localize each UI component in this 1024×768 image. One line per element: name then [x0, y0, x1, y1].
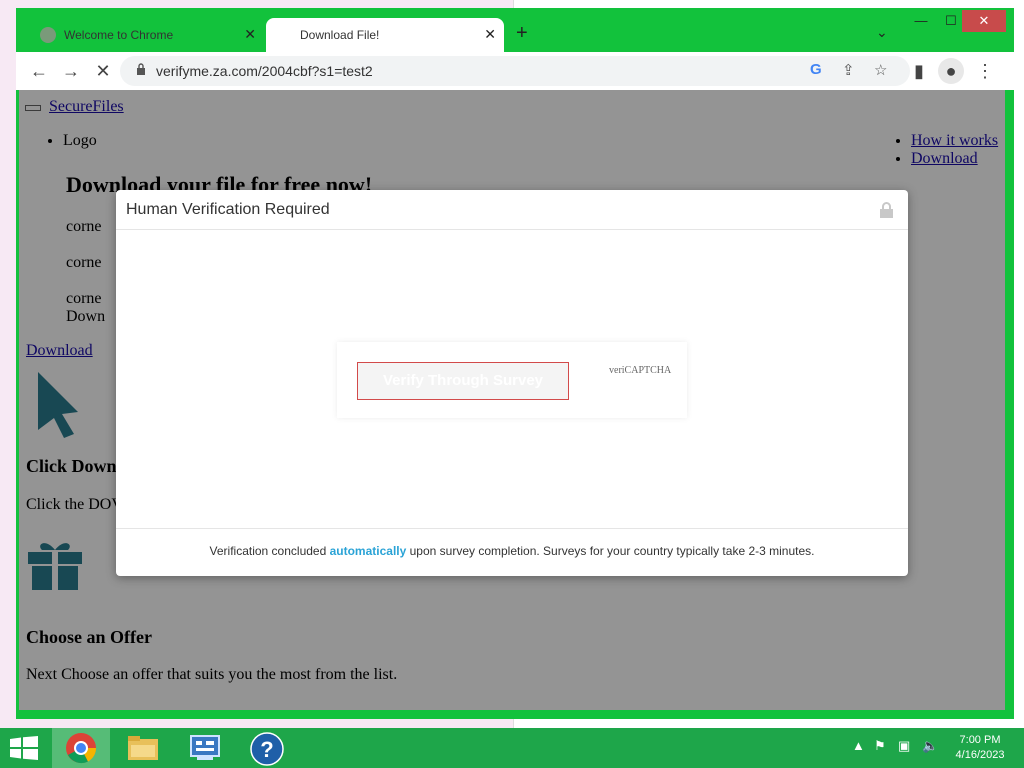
footer-highlight: automatically — [329, 544, 407, 558]
menu-kebab-icon[interactable]: ⋮ — [972, 58, 998, 84]
footer-text-start: Verification concluded — [209, 544, 330, 558]
verification-modal: Human Verification Required Verify Throu… — [116, 190, 908, 576]
lock-icon — [137, 63, 145, 75]
network-icon[interactable]: ▣ — [898, 738, 910, 754]
maximize-button[interactable]: ☐ — [940, 10, 962, 32]
web-page: SecureFiles Logo How it works Download D… — [19, 90, 1005, 710]
minimize-button[interactable]: — — [910, 10, 932, 32]
tab-search-chevron-icon[interactable]: ⌄ — [876, 24, 888, 41]
tray-expand-chevron-icon[interactable]: ▲ — [852, 738, 865, 753]
share-icon[interactable]: ⇪ — [842, 61, 855, 79]
modal-title: Human Verification Required — [126, 201, 330, 218]
system-clock[interactable]: 7:00 PM 4/16/2023 — [950, 733, 1010, 763]
svg-text:?: ? — [260, 737, 273, 762]
action-center-flag-icon[interactable]: ⚑ — [874, 738, 886, 754]
tab-welcome[interactable]: Welcome to Chrome ✕ — [22, 18, 264, 52]
globe-icon — [40, 27, 56, 43]
tab-strip: Welcome to Chrome ✕ Download File! ✕ + ⌄… — [16, 8, 1014, 52]
windows-start-icon[interactable] — [10, 736, 38, 760]
taskbar-chrome[interactable] — [52, 728, 110, 768]
profile-avatar-icon[interactable]: ● — [938, 58, 964, 84]
new-tab-button[interactable]: + — [516, 22, 528, 45]
stop-loading-icon[interactable]: ✕ — [90, 58, 116, 84]
help-question-icon: ? — [250, 732, 284, 766]
tab-label: Welcome to Chrome — [64, 28, 174, 42]
tab-close-icon[interactable]: ✕ — [244, 26, 256, 43]
close-window-button[interactable]: ✕ — [962, 10, 1006, 32]
browser-window: Welcome to Chrome ✕ Download File! ✕ + ⌄… — [16, 8, 1014, 719]
forward-arrow-icon[interactable]: → — [58, 58, 84, 84]
taskbar-file-explorer[interactable] — [114, 728, 172, 768]
volume-muted-icon[interactable]: 🔈 — [922, 738, 938, 754]
url-text: verifyme.za.com/2004cbf?s1=test2 — [156, 63, 373, 79]
tab-label: Download File! — [300, 28, 380, 42]
modal-footer: Verification concluded automatically upo… — [116, 528, 908, 576]
captcha-label: veriCAPTCHA — [609, 365, 672, 376]
google-icon[interactable]: G — [810, 61, 822, 78]
folder-icon — [128, 736, 158, 760]
clock-date: 4/16/2023 — [955, 749, 1005, 761]
browser-toolbar: ← → ✕ verifyme.za.com/2004cbf?s1=test2 G… — [16, 52, 1014, 90]
taskbar-help[interactable]: ? — [238, 728, 296, 768]
taskbar-control-panel[interactable] — [176, 728, 234, 768]
tab-download[interactable]: Download File! ✕ — [266, 18, 504, 52]
footer-text-end: upon survey completion. Surveys for your… — [406, 544, 815, 558]
address-bar[interactable]: verifyme.za.com/2004cbf?s1=test2 G ⇪ ☆ — [120, 56, 910, 86]
side-panel-icon[interactable]: ▮ — [906, 58, 932, 84]
control-panel-icon — [190, 735, 220, 760]
modal-header: Human Verification Required — [116, 190, 908, 230]
clock-time: 7:00 PM — [959, 734, 1001, 746]
bookmark-star-icon[interactable]: ☆ — [874, 61, 887, 79]
lock-icon — [880, 202, 893, 218]
taskbar: ? ▲ ⚑ ▣ 🔈 7:00 PM 4/16/2023 — [0, 728, 1024, 768]
back-arrow-icon[interactable]: ← — [26, 58, 52, 84]
captcha-box: Verify Through Survey veriCAPTCHA — [337, 342, 687, 418]
tab-close-icon[interactable]: ✕ — [484, 26, 496, 43]
verify-survey-button[interactable]: Verify Through Survey — [357, 362, 569, 400]
chrome-icon — [66, 733, 97, 764]
